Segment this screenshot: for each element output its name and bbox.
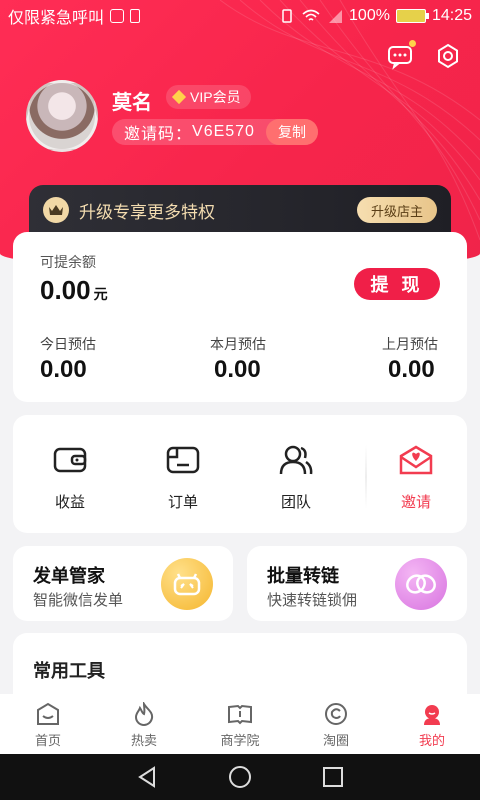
upgrade-button[interactable]: 升级店主 — [356, 197, 437, 223]
upgrade-text: 升级专享更多特权 — [79, 202, 215, 222]
system-nav-bar — [0, 754, 480, 800]
clock: 14:25 — [431, 7, 472, 24]
invite-code: V6E570 — [192, 123, 255, 140]
tab-home-label: 首页 — [34, 733, 61, 748]
estimate-today-value: 0.00 — [40, 356, 87, 383]
home-button-icon[interactable] — [228, 765, 252, 789]
tab-bar: 首页 热卖 商学院 淘圈 我的 — [0, 694, 480, 754]
estimate-last-month-value: 0.00 — [388, 356, 435, 383]
invite-code-bar: 邀请码： V6E570 复制 — [112, 119, 318, 145]
avatar[interactable] — [26, 80, 98, 152]
carrier-text: 仅限紧急呼叫 — [8, 10, 105, 27]
message-icon[interactable] — [386, 40, 416, 70]
tab-home[interactable]: 首页 — [0, 694, 96, 754]
battery-percent: 100% — [349, 7, 390, 24]
vibrate-icon — [282, 9, 292, 23]
tab-hot-label: 热卖 — [130, 733, 157, 748]
vip-label: VIP会员 — [190, 89, 241, 105]
feature-subtitle-robot: 智能微信发单 — [33, 592, 124, 609]
team-icon — [278, 443, 314, 477]
settings-icon[interactable] — [434, 42, 462, 70]
unread-dot — [409, 40, 416, 47]
battery-icon — [395, 9, 429, 23]
estimate-month-label: 本月预估 — [210, 336, 266, 352]
estimate-last-month-label: 上月预估 — [382, 336, 438, 352]
order-icon — [165, 443, 201, 477]
menu-invite[interactable]: 邀请 — [376, 443, 456, 512]
home-icon — [35, 702, 61, 726]
notification-icon — [110, 9, 125, 23]
tab-academy-label: 商学院 — [220, 733, 260, 748]
withdraw-button[interactable]: 提 现 — [354, 268, 440, 300]
upgrade-banner[interactable]: 升级专享更多特权 升级店主 — [29, 185, 451, 235]
menu-orders-label: 订单 — [167, 494, 198, 511]
quick-menu: 收益 订单 团队 邀请 — [13, 415, 467, 533]
circle-icon — [323, 702, 349, 726]
tab-mine-label: 我的 — [418, 733, 445, 748]
back-icon[interactable] — [135, 765, 159, 789]
diamond-icon — [171, 89, 187, 105]
invite-icon — [398, 443, 434, 477]
menu-divider — [365, 445, 367, 509]
menu-earnings[interactable]: 收益 — [30, 443, 110, 512]
copy-button[interactable]: 复制 — [266, 119, 318, 145]
tab-hot[interactable]: 热卖 — [96, 694, 192, 754]
tab-mine[interactable]: 我的 — [384, 694, 480, 754]
crown-icon — [43, 197, 69, 223]
book-icon — [227, 702, 253, 726]
tools-title: 常用工具 — [33, 661, 105, 681]
feature-subtitle-link: 快速转链锁佣 — [267, 592, 358, 609]
menu-team[interactable]: 团队 — [256, 443, 336, 512]
invite-label: 邀请码： — [124, 126, 193, 143]
feature-title-robot: 发单管家 — [33, 566, 105, 586]
fire-icon — [131, 700, 157, 727]
link-icon — [395, 558, 447, 610]
balance-amount: 0.00 — [40, 275, 91, 305]
status-bar: 仅限紧急呼叫 100% 14:25 — [0, 0, 480, 32]
feature-title-link: 批量转链 — [267, 566, 339, 586]
tab-circle[interactable]: 淘圈 — [288, 694, 384, 754]
menu-earnings-label: 收益 — [54, 494, 85, 511]
balance-card: 可提余额 0.00 元 提 现 今日预估 0.00 本月预估 0.00 上月预估 … — [13, 232, 467, 402]
balance-value: 0.00 元 — [40, 275, 108, 306]
usb-icon — [130, 9, 141, 23]
balance-unit: 元 — [93, 286, 108, 302]
profile-icon — [419, 702, 445, 726]
estimate-month-value: 0.00 — [214, 356, 261, 383]
signal-icon — [329, 10, 343, 23]
recent-apps-icon[interactable] — [321, 765, 345, 789]
tab-circle-label: 淘圈 — [322, 733, 349, 748]
balance-title: 可提余额 — [40, 254, 96, 270]
menu-invite-label: 邀请 — [400, 494, 431, 511]
estimate-today-label: 今日预估 — [40, 336, 96, 352]
wifi-icon — [302, 9, 320, 21]
vip-badge: VIP会员 — [166, 85, 251, 109]
user-name: 莫名 — [112, 92, 152, 114]
tab-academy[interactable]: 商学院 — [192, 694, 288, 754]
wallet-icon — [52, 443, 88, 477]
menu-orders[interactable]: 订单 — [143, 443, 223, 512]
feature-card-link[interactable]: 批量转链 快速转链锁佣 — [247, 546, 467, 621]
robot-icon — [161, 558, 213, 610]
menu-team-label: 团队 — [280, 494, 311, 511]
feature-card-robot[interactable]: 发单管家 智能微信发单 — [13, 546, 233, 621]
